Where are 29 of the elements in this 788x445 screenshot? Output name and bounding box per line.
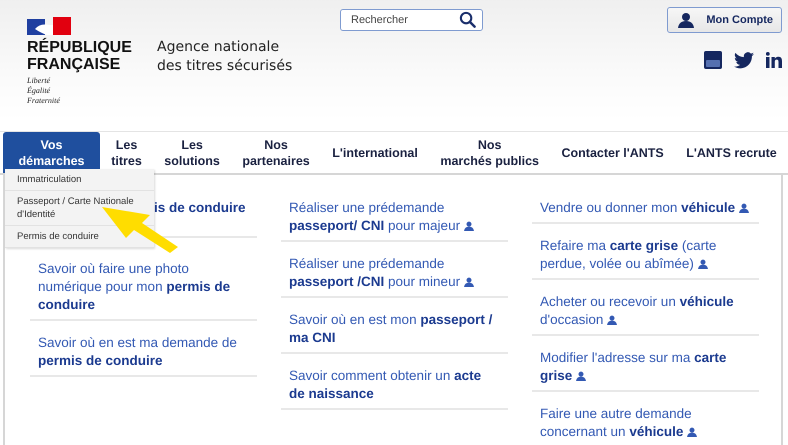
service-link[interactable]: Savoir comment obtenir un acte de naissance	[281, 363, 508, 410]
nav-tab[interactable]: Contacter l'ANTS	[550, 132, 676, 173]
service-link[interactable]: Savoir où faire une photo numérique pour mon permis de conduire	[30, 256, 257, 321]
account-button[interactable]: Mon Compte	[667, 7, 782, 33]
nav-tab[interactable]: Nos marchés publics	[429, 132, 550, 173]
user-icon	[678, 12, 694, 28]
search-icon[interactable]	[459, 11, 476, 28]
nav-tab[interactable]: L'ANTS recrute	[675, 132, 788, 173]
dropdown-item[interactable]: Immatriculation	[5, 169, 154, 191]
service-link[interactable]: Modifier l'adresse sur ma carte grise	[532, 345, 759, 392]
service-link[interactable]: Faire une autre demande concernant un véhicule	[532, 401, 759, 445]
service-link[interactable]: Refaire ma carte grise (carte perdue, volée ou abîmée)	[532, 233, 759, 280]
service-link[interactable]: Acheter ou recevoir un véhicule d'occasion	[532, 289, 759, 336]
service-link[interactable]: Savoir où en est mon passeport / ma CNI	[281, 307, 508, 354]
nav-tab[interactable]: L'international	[321, 132, 430, 173]
linkedin-icon[interactable]	[766, 52, 782, 68]
motto-text: Liberté Égalité Fraternité	[27, 76, 60, 106]
search-field[interactable]: Rechercher	[340, 9, 483, 31]
republic-name: RÉPUBLIQUE FRANÇAISE	[27, 39, 132, 73]
nav-tab[interactable]: Vos démarches	[3, 132, 100, 173]
agency-name: Agence nationale des titres sécurisés	[157, 38, 294, 76]
service-link[interactable]: Réaliser une prédemande passeport/ CNI pour majeur	[281, 195, 508, 242]
nav-tab[interactable]: Les solutions	[153, 132, 232, 173]
service-link[interactable]: Réaliser une prédemande passeport /CNI pour mineur	[281, 251, 508, 298]
twitter-icon[interactable]	[734, 52, 754, 68]
service-link[interactable]: Vendre ou donner mon véhicule	[532, 195, 759, 224]
flag-logo-icon	[27, 17, 71, 37]
service-link[interactable]: Savoir où en est ma demande de permis de conduire	[30, 330, 257, 377]
nav-tab[interactable]: Nos partenaires	[231, 132, 321, 173]
